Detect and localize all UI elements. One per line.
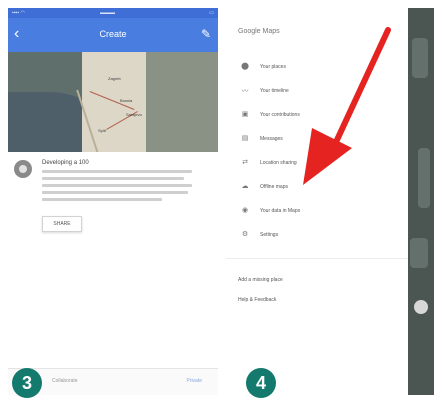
menu-item-label: Help & Feedback <box>238 297 277 303</box>
app-brand: Google Maps <box>238 28 280 35</box>
status-bar: ▪▪▪▪ ◠ ▬▬▬ ▭ <box>8 8 218 18</box>
timeline-icon: 〰 <box>241 88 249 95</box>
map-preview[interactable]: Zagreb Bosnia Sarajevo Split <box>8 52 218 152</box>
map-title: Developing a 100 <box>42 160 89 166</box>
menu-item-label: Messages <box>260 136 283 142</box>
menu-item-your-timeline[interactable]: 〰 Your timeline <box>238 80 403 104</box>
carrier-indicator: ▪▪▪▪ ◠ <box>12 10 25 16</box>
menu-item-label: Location sharing <box>260 160 297 166</box>
menu-item-label: Your places <box>260 64 286 70</box>
menu-item-location-sharing[interactable]: ⇄ Location sharing <box>238 152 403 176</box>
map-terrain <box>410 238 428 268</box>
menu-item-label: Add a missing place <box>238 277 283 283</box>
satellite-tile <box>146 52 218 152</box>
menu-item-your-places[interactable]: ⬤ Your places <box>238 56 403 80</box>
map-label: Split <box>98 128 106 133</box>
drawer-menu: ⬤ Your places 〰 Your timeline ▣ Your con… <box>226 56 408 311</box>
messages-icon: ▤ <box>241 135 249 142</box>
map-control-button[interactable] <box>414 300 428 314</box>
step-number-badge: 3 <box>12 368 42 398</box>
menu-item-label: Your contributions <box>260 112 300 118</box>
map-terrain <box>418 148 430 208</box>
avatar <box>14 160 32 178</box>
settings-icon: ⚙ <box>241 231 249 238</box>
map-label: Bosnia <box>120 98 133 103</box>
create-map-screen: ▪▪▪▪ ◠ ▬▬▬ ▭ ‹ Create ✎ Zagreb Bosnia Sa… <box>8 8 218 395</box>
menu-item-label: Offline maps <box>260 184 288 190</box>
description-line <box>42 170 192 173</box>
menu-item-your-data[interactable]: ◉ Your data in Maps <box>238 200 403 224</box>
description-line <box>42 191 188 194</box>
location-sharing-icon: ⇄ <box>242 159 248 166</box>
menu-item-settings[interactable]: ⚙ Settings <box>238 224 403 248</box>
description-line <box>42 184 192 187</box>
navigation-drawer: Google Maps ⬤ Your places 〰 Your timelin… <box>226 8 408 395</box>
collaborate-label: Collaborate <box>52 378 78 384</box>
menu-item-label: Settings <box>260 232 279 238</box>
menu-item-label: Your data in Maps <box>260 208 301 214</box>
clock-indicator: ▬▬▬ <box>100 10 115 16</box>
battery-icon: ▭ <box>209 10 214 16</box>
data-icon: ◉ <box>241 207 249 214</box>
menu-item-help-feedback[interactable]: Help & Feedback <box>238 291 403 311</box>
description-line <box>42 177 184 180</box>
map-terrain <box>412 38 428 78</box>
background-map <box>408 8 434 395</box>
app-bar: ‹ Create ✎ <box>8 18 218 52</box>
contributions-icon: ▣ <box>241 111 249 118</box>
menu-divider <box>226 258 408 259</box>
map-label: Zagreb <box>108 76 121 81</box>
map-info-card: Developing a 100 SHARE <box>8 152 218 252</box>
description-line <box>42 198 162 201</box>
maps-menu-screen: Google Maps ⬤ Your places 〰 Your timelin… <box>226 8 434 395</box>
private-button[interactable]: Private <box>182 376 206 386</box>
map-label: Sarajevo <box>126 112 142 117</box>
offline-maps-icon: ☁ <box>241 183 249 190</box>
step-number-badge: 4 <box>246 368 276 398</box>
location-pin-icon: ⬤ <box>241 63 249 70</box>
app-bar-title: Create <box>99 29 127 39</box>
menu-item-messages[interactable]: ▤ Messages <box>238 128 403 152</box>
menu-item-your-contributions[interactable]: ▣ Your contributions <box>238 104 403 128</box>
menu-item-add-missing-place[interactable]: Add a missing place <box>238 271 403 291</box>
menu-item-offline-maps[interactable]: ☁ Offline maps <box>238 176 403 200</box>
share-button[interactable]: SHARE <box>42 216 82 232</box>
menu-item-label: Your timeline <box>260 88 289 94</box>
edit-pencil-icon[interactable]: ✎ <box>201 27 211 41</box>
